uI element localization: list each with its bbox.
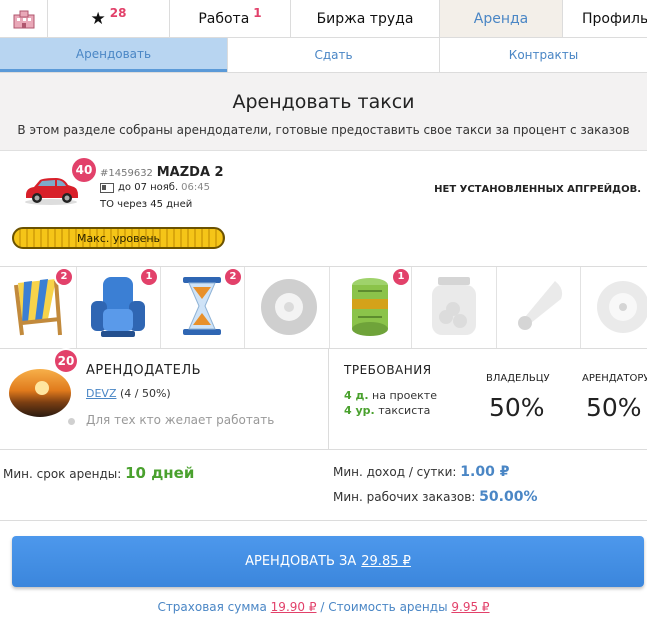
- min-income: Мин. доход / сутки: 1.00 ₽: [333, 464, 509, 480]
- owner-share-value: 50%: [489, 393, 545, 422]
- landlord-note: Для тех кто желает работать: [86, 413, 275, 427]
- home-button[interactable]: [0, 0, 48, 37]
- perk-horn[interactable]: [497, 267, 581, 348]
- car-icon[interactable]: [22, 175, 80, 205]
- min-orders-label: Мин. рабочих заказов:: [333, 490, 476, 504]
- tab-work[interactable]: Работа 1: [170, 0, 291, 37]
- min-orders: Мин. рабочих заказов: 50.00%: [333, 489, 537, 505]
- tab-work-label: Работа: [198, 10, 250, 27]
- page-header: Арендовать такси В этом разделе собраны …: [0, 73, 647, 151]
- car-info: 40 #1459632 MAZDA 2 до 07 нояб. 06:45 ТО…: [0, 151, 647, 267]
- car-registration: до 07 нояб. 06:45: [100, 182, 210, 193]
- car-level-badge: 40: [72, 158, 96, 182]
- tenant-share-label: АРЕНДАТОРУ: [582, 373, 647, 384]
- car-model: MAZDA 2: [156, 165, 224, 180]
- rental-terms: Мин. срок аренды: 10 дней Мин. доход / с…: [0, 450, 647, 521]
- divider: [328, 349, 329, 449]
- perk-beach-chair[interactable]: 2: [0, 267, 77, 348]
- landlord-username-link[interactable]: DEVZ: [86, 387, 116, 400]
- armchair-icon: [91, 277, 145, 337]
- tire-icon: [261, 279, 317, 335]
- tab-labor-exchange-label: Биржа труда: [316, 10, 414, 27]
- building-icon: [13, 10, 34, 28]
- min-term-label: Мин. срок аренды:: [3, 467, 122, 481]
- cost-separator: /: [320, 600, 325, 614]
- landlord-title: АРЕНДОДАТЕЛЬ: [86, 363, 202, 378]
- perk-count-badge: 2: [56, 269, 72, 285]
- owner-share-label: ВЛАДЕЛЬЦУ: [486, 373, 550, 384]
- car-maintenance: ТО через 45 дней: [100, 199, 193, 210]
- insurance-label: Страховая сумма: [157, 600, 267, 614]
- min-term-value: 10 дней: [125, 464, 195, 482]
- car-title: #1459632 MAZDA 2: [100, 165, 224, 180]
- page-title: Арендовать такси: [232, 91, 415, 113]
- money-roll-icon: [352, 278, 388, 336]
- tab-profile-label: Профиль: [582, 10, 647, 27]
- insurance-value: 19.90 ₽: [270, 600, 317, 614]
- favorites-count: 28: [109, 5, 127, 20]
- perk-hourglass[interactable]: 2: [161, 267, 245, 348]
- landlord-stats: (4 / 50%): [119, 387, 171, 400]
- disc-icon: [597, 281, 647, 333]
- perk-icons: 2 1 2 1: [0, 267, 647, 349]
- car-registration-date: до 07 нояб.: [118, 182, 179, 193]
- tab-labor-exchange[interactable]: Биржа труда: [291, 0, 440, 37]
- requirement-level-text: таксиста: [378, 404, 431, 417]
- online-status-dot: [68, 418, 75, 425]
- requirement-level: 4 ур. таксиста: [344, 404, 430, 417]
- min-income-label: Мин. доход / сутки:: [333, 465, 457, 479]
- requirement-days-value: 4 д.: [344, 389, 369, 402]
- rent-cost-summary: Страховая сумма 19.90 ₽ / Стоимость арен…: [0, 600, 647, 614]
- perk-coin-jar[interactable]: [412, 267, 497, 348]
- subtab-contracts[interactable]: Контракты: [439, 38, 647, 72]
- top-navigation: ★ 28 Работа 1 Биржа труда Аренда Профиль: [0, 0, 647, 38]
- rent-button-price: 29.85 ₽: [361, 554, 411, 569]
- coin-jar-icon: [432, 277, 476, 335]
- rent-button[interactable]: АРЕНДОВАТЬ ЗА 29.85 ₽: [12, 536, 644, 587]
- car-upgrades-status: НЕТ УСТАНОВЛЕННЫХ АПГРЕЙДОВ.: [434, 184, 641, 195]
- requirement-days-text: на проекте: [372, 389, 437, 402]
- requirement-level-value: 4 ур.: [344, 404, 375, 417]
- perk-money-roll[interactable]: 1: [330, 267, 412, 348]
- tab-rent-label: Аренда: [473, 10, 529, 27]
- min-income-value: 1.00 ₽: [460, 464, 510, 480]
- car-registration-time: 06:45: [181, 182, 210, 193]
- avatar[interactable]: [9, 369, 71, 417]
- horn-icon: [518, 281, 563, 330]
- requirements-title: ТРЕБОВАНИЯ: [344, 363, 432, 377]
- perk-count-badge: 2: [225, 269, 241, 285]
- hourglass-icon: [183, 277, 221, 335]
- requirement-days: 4 д. на проекте: [344, 389, 437, 402]
- perk-count-badge: 1: [393, 269, 409, 285]
- id-card-icon: [100, 182, 114, 193]
- rent-subtabs: Арендовать Сдать Контракты: [0, 38, 647, 73]
- car-level-bar: Макс. уровень: [12, 227, 225, 249]
- perk-disc[interactable]: [581, 267, 647, 348]
- min-orders-value: 50.00%: [479, 489, 538, 505]
- min-term: Мин. срок аренды: 10 дней: [3, 464, 194, 482]
- landlord-user: DEVZ (4 / 50%): [86, 387, 171, 400]
- subtab-rent-in[interactable]: Арендовать: [0, 38, 227, 72]
- tab-profile[interactable]: Профиль: [563, 0, 647, 37]
- car-level-bar-label: Макс. уровень: [76, 231, 161, 245]
- subtab-rent-out[interactable]: Сдать: [227, 38, 439, 72]
- tenant-share-value: 50%: [586, 393, 642, 422]
- rent-button-label: АРЕНДОВАТЬ ЗА: [245, 554, 357, 569]
- rental-cost-label: Стоимость аренды: [328, 600, 448, 614]
- favorites-tab[interactable]: ★ 28: [48, 0, 170, 37]
- perk-tire[interactable]: [245, 267, 330, 348]
- landlord-section: 20 АРЕНДОДАТЕЛЬ DEVZ (4 / 50%) Для тех к…: [0, 349, 647, 450]
- page-description: В этом разделе собраны арендодатели, гот…: [17, 123, 630, 137]
- star-icon: ★: [90, 8, 106, 29]
- landlord-level-badge: 20: [55, 350, 77, 372]
- perk-count-badge: 1: [141, 269, 157, 285]
- rental-cost-value: 9.95 ₽: [451, 600, 490, 614]
- car-id: #1459632: [100, 168, 153, 179]
- tab-rent[interactable]: Аренда: [440, 0, 563, 37]
- perk-armchair[interactable]: 1: [77, 267, 161, 348]
- work-count-badge: 1: [253, 5, 262, 20]
